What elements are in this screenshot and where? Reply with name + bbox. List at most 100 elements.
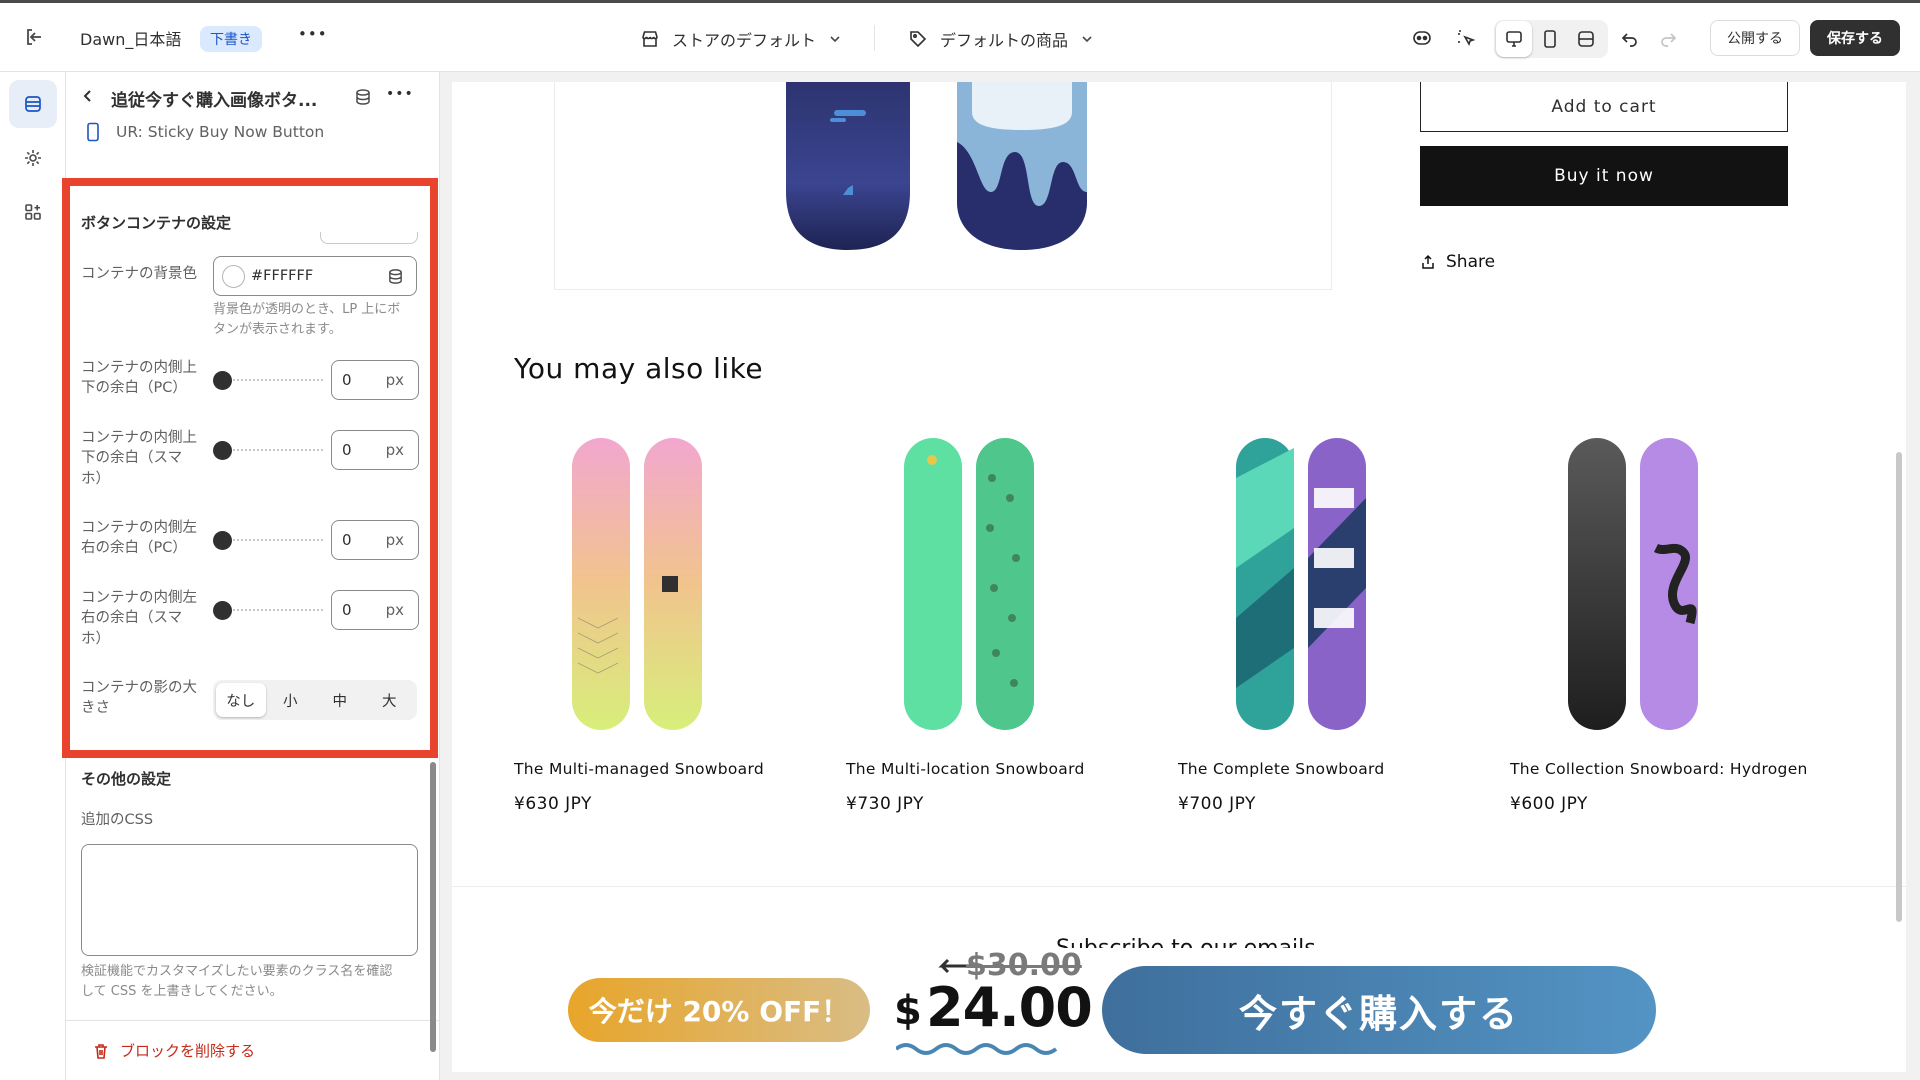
css-hint-line: して CSS を上書きしてください。 [81, 984, 283, 1000]
product-image [572, 438, 702, 730]
product-main-image [786, 82, 1087, 250]
publish-button[interactable]: 公開する [1710, 20, 1800, 56]
shadow-option-none[interactable]: なし [216, 683, 266, 717]
bg-color-label: コンテナの背景色 [81, 266, 197, 282]
shadow-option-medium[interactable]: 中 [315, 683, 365, 717]
preview-scrollbar[interactable] [1896, 452, 1902, 922]
product-card[interactable]: The Collection Snowboard: Hydrogen ¥600 … [1510, 438, 1810, 818]
slider-handle[interactable] [213, 441, 232, 460]
block-settings-panel: 追従今すぐ購入画像ボタ... ••• UR: Sticky Buy Now Bu… [66, 72, 440, 1080]
back-icon[interactable] [80, 88, 96, 104]
padding-vertical-sp-input[interactable]: 0 px [331, 430, 419, 470]
more-options-icon[interactable]: ••• [298, 25, 328, 43]
block-more-icon[interactable]: ••• [386, 86, 414, 102]
color-swatch[interactable] [222, 264, 245, 288]
slider-handle[interactable] [213, 601, 232, 620]
product-name[interactable]: The Collection Snowboard: Hydrogen [1510, 760, 1808, 778]
sale-price: 24.00 [926, 976, 1093, 1039]
apps-icon[interactable] [9, 188, 57, 236]
undo-icon[interactable] [1612, 21, 1648, 57]
padding-horizontal-pc-slider[interactable] [213, 530, 323, 550]
share-icon [1422, 254, 1434, 269]
number-value: 0 [342, 601, 352, 619]
bg-hint-line: 背景色が透明のとき、LP 上にボ [213, 302, 401, 317]
discount-pill: 今だけ 20% OFF！ [568, 978, 870, 1042]
padding-horizontal-pc-label: コンテナの内側左 右の余白（PC） [81, 518, 197, 559]
chevron-down-icon [1082, 36, 1092, 43]
slider-handle[interactable] [213, 371, 232, 390]
padding-horizontal-sp-input[interactable]: 0 px [331, 590, 419, 630]
padding-vertical-pc-slider[interactable] [213, 370, 323, 390]
padding-vertical-pc-input[interactable]: 0 px [331, 360, 419, 400]
chevron-down-icon [830, 36, 840, 43]
subscribe-heading: Subscribe to our emails [1056, 934, 1316, 948]
sticky-buy-now-button[interactable]: 今すぐ購入する [1102, 966, 1656, 1054]
product-card[interactable]: The Multi-managed Snowboard ¥630 JPY [514, 438, 814, 818]
css-label: 追加のCSS [81, 812, 154, 828]
mobile-device-icon [86, 122, 100, 142]
template-label: ストアのデフォルト [672, 31, 817, 50]
other-section-title: その他の設定 [81, 770, 172, 788]
delete-label: ブロックを削除する [120, 1042, 256, 1060]
label-line: コンテナの内側上 [81, 430, 197, 446]
data-source-icon[interactable] [354, 88, 372, 106]
label-line: 右の余白（PC） [81, 540, 187, 557]
save-button[interactable]: 保存する [1810, 20, 1900, 56]
template-selector[interactable]: ストアのデフォルト [640, 27, 842, 51]
product-image [904, 438, 1034, 730]
data-source-icon[interactable] [387, 268, 404, 285]
sidebar-rail [0, 72, 66, 1080]
wave-underline [896, 1043, 1058, 1055]
block-title: 追従今すぐ購入画像ボタ... [111, 91, 318, 111]
product-label: デフォルトの商品 [940, 31, 1069, 50]
number-value: 0 [342, 531, 352, 549]
bg-color-field[interactable]: #FFFFFF [213, 256, 417, 296]
product-price: ¥700 JPY [1178, 794, 1256, 814]
shadow-size-label: コンテナの影の大 きさ [81, 678, 197, 719]
exit-icon[interactable] [16, 19, 52, 55]
product-name[interactable]: The Complete Snowboard [1178, 760, 1385, 778]
css-hint-line: 検証機能でカスタマイズしたい要素のクラス名を確認 [81, 964, 393, 979]
padding-horizontal-pc-input[interactable]: 0 px [331, 520, 419, 560]
padding-vertical-sp-slider[interactable] [213, 440, 323, 460]
add-to-cart-button[interactable]: Add to cart [1420, 82, 1788, 132]
mobile-view-icon[interactable] [1532, 21, 1568, 57]
shadow-option-large[interactable]: 大 [365, 683, 415, 717]
ai-assistant-icon[interactable] [1404, 20, 1440, 56]
delete-block-button[interactable]: ブロックを削除する [92, 1040, 255, 1061]
shadow-size-selector: なし 小 中 大 [213, 680, 417, 720]
scrolled-field-edge [320, 232, 418, 244]
share-button[interactable]: Share [1420, 252, 1495, 272]
padding-horizontal-sp-slider[interactable] [213, 600, 323, 620]
redo-icon[interactable] [1650, 21, 1686, 57]
status-badge: 下書き [200, 26, 262, 52]
shadow-option-small[interactable]: 小 [266, 683, 316, 717]
slider-handle[interactable] [213, 531, 232, 550]
unit-label: px [385, 371, 404, 389]
fullscreen-view-icon[interactable] [1568, 21, 1604, 57]
bg-color-hint: 背景色が透明のとき、LP 上にボ タンが表示されます。 [213, 300, 400, 340]
desktop-view-icon[interactable] [1496, 21, 1532, 57]
label-line: ホ） [81, 470, 110, 487]
product-card[interactable]: The Complete Snowboard ¥700 JPY [1178, 438, 1478, 818]
padding-horizontal-sp-label: コンテナの内側左 右の余白（スマ ホ） [81, 588, 197, 649]
unit-label: px [385, 531, 404, 549]
product-price: ¥600 JPY [1510, 794, 1588, 814]
css-textarea[interactable] [81, 844, 418, 956]
label-line: コンテナの内側上 [81, 360, 197, 376]
settings-gear-icon[interactable] [9, 134, 57, 182]
padding-vertical-pc-label: コンテナの内側上 下の余白（PC） [81, 358, 197, 399]
label-line: 下の余白（PC） [81, 380, 187, 397]
label-line: きさ [81, 700, 110, 717]
product-name[interactable]: The Multi-managed Snowboard [514, 760, 764, 778]
inspector-icon[interactable] [1448, 20, 1484, 56]
sections-icon[interactable] [9, 80, 57, 128]
unit-label: px [385, 601, 404, 619]
divider [874, 25, 875, 51]
product-selector[interactable]: デフォルトの商品 [908, 27, 1094, 51]
product-name[interactable]: The Multi-location Snowboard [846, 760, 1085, 778]
product-card[interactable]: The Multi-location Snowboard ¥730 JPY [846, 438, 1146, 818]
buy-now-button[interactable]: Buy it now [1420, 146, 1788, 206]
container-section-title: ボタンコンテナの設定 [81, 214, 232, 232]
panel-scrollbar[interactable] [430, 762, 436, 1052]
